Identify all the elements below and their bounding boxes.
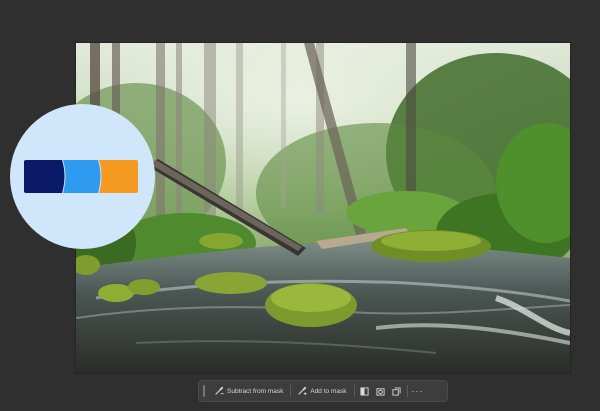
toolbar-separator	[290, 385, 292, 397]
add-to-mask-button[interactable]: Add to mask	[294, 383, 350, 399]
subtract-from-mask-button[interactable]: Subtract from mask	[211, 383, 287, 399]
toolbar-separator	[353, 385, 355, 397]
toolbar-separator	[406, 385, 408, 397]
brush-plus-icon	[298, 386, 307, 397]
more-options-icon: ···	[411, 386, 424, 396]
refine-mask-button[interactable]	[374, 383, 388, 399]
duplicate-mask-icon	[392, 386, 401, 396]
logo-block-navy	[24, 160, 65, 193]
toolbar-drag-handle[interactable]	[203, 385, 205, 397]
duplicate-mask-button[interactable]	[390, 383, 404, 399]
refine-mask-icon	[376, 387, 385, 396]
logo-block-blue	[63, 160, 101, 193]
color-blocks-logo	[24, 160, 138, 193]
add-to-mask-label: Add to mask	[310, 387, 347, 395]
logo-block-orange	[99, 160, 138, 193]
mask-toolbar: Subtract from mask Add to mask ···	[198, 380, 448, 402]
invert-mask-button[interactable]	[358, 383, 372, 399]
brush-minus-icon	[215, 386, 224, 397]
brand-logo-badge	[10, 104, 155, 249]
invert-mask-icon	[360, 386, 369, 396]
more-options-button[interactable]: ···	[411, 383, 425, 399]
workspace-canvas: Subtract from mask Add to mask ···	[0, 0, 600, 411]
subtract-from-mask-label: Subtract from mask	[227, 387, 284, 395]
